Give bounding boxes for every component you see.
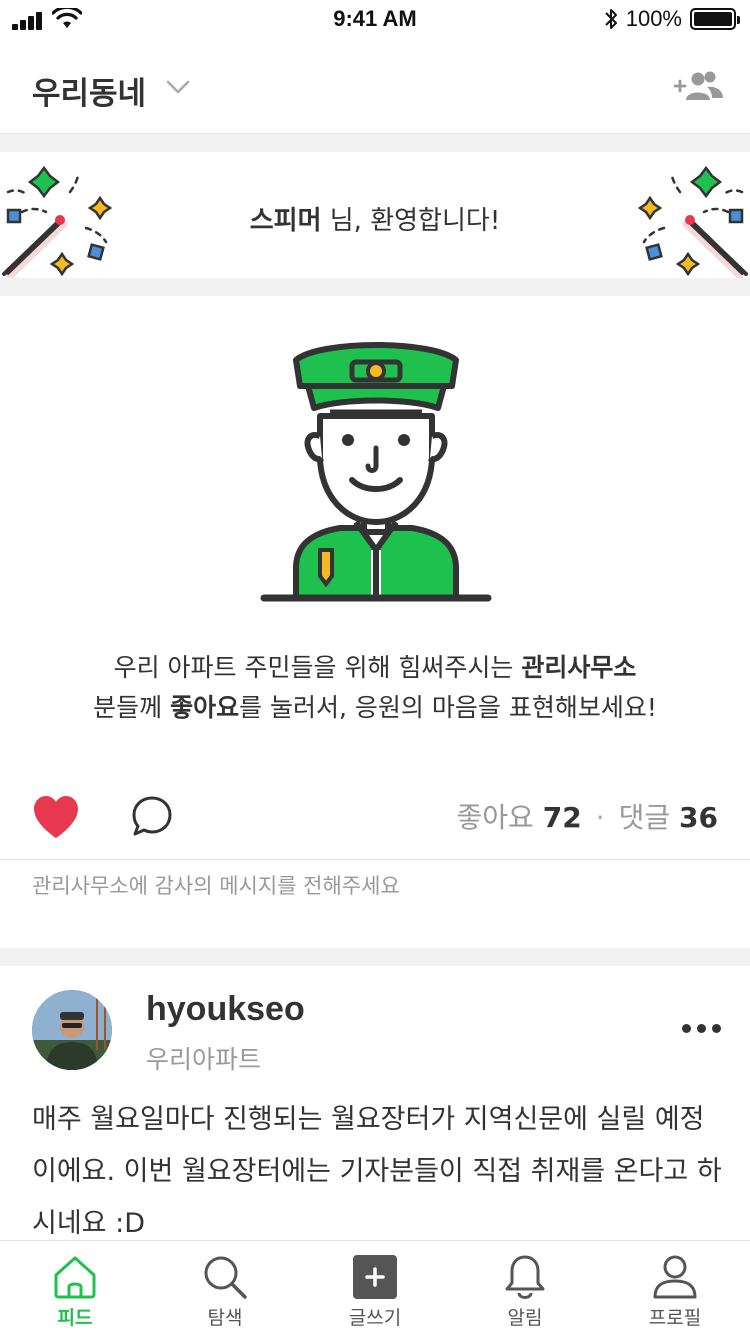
chevron-down-icon[interactable] (164, 76, 192, 98)
tab-label: 탐색 (207, 1307, 243, 1329)
welcome-banner: 스피머 님, 환영합니다! (0, 152, 750, 280)
neighborhood-title[interactable]: 우리동네 (32, 68, 146, 113)
counts-separator: · (595, 801, 605, 834)
tab-search[interactable]: 탐색 (150, 1241, 300, 1334)
tab-label: 피드 (57, 1307, 93, 1329)
search-icon (204, 1256, 247, 1299)
post-author[interactable]: hyoukseo (146, 990, 305, 1029)
add-friend-icon[interactable] (674, 68, 724, 104)
desc-line2-suffix: 를 눌러서, 응원의 마음을 표현해보세요! (239, 693, 657, 722)
desc-line1-bold: 관리사무소 (521, 653, 637, 682)
likes-count: 72 (542, 801, 582, 834)
reaction-counts: 좋아요 72 · 댓글 36 (457, 796, 718, 836)
home-icon (54, 1256, 96, 1299)
management-office-card: 우리 아파트 주민들을 위해 힘써주시는 관리사무소 분들께 좋아요를 눌러서,… (0, 296, 750, 948)
comments-count: 36 (679, 801, 718, 834)
tab-label: 프로필 (648, 1307, 702, 1329)
profile-icon (653, 1255, 697, 1299)
bluetooth-icon (605, 9, 617, 29)
avatar[interactable] (32, 990, 112, 1070)
bell-icon (505, 1255, 545, 1299)
security-guard-illustration (260, 342, 492, 602)
party-popper-icon (637, 165, 748, 280)
tab-feed[interactable]: 피드 (0, 1241, 150, 1334)
battery-icon (690, 8, 740, 30)
more-options-icon[interactable] (682, 1022, 722, 1036)
post-location: 우리아파트 (146, 1045, 262, 1074)
card-description: 우리 아파트 주민들을 위해 힘써주시는 관리사무소 분들께 좋아요를 눌러서,… (0, 648, 750, 728)
post-body: 매주 월요일마다 진행되는 월요장터가 지역신문에 실릴 예정이에요. 이번 월… (32, 1104, 722, 1239)
section-divider (0, 948, 750, 966)
status-bar: 9:41 AM 100% (0, 0, 750, 40)
card-actions: 좋아요 72 · 댓글 36 (0, 786, 750, 860)
likes-label: 좋아요 (456, 801, 534, 834)
bottom-tab-bar: 피드 탐색 글쓰기 알림 프로필 (0, 1240, 750, 1334)
user-name: 스피머 (249, 206, 322, 236)
tab-label: 알림 (507, 1307, 543, 1329)
welcome-suffix: 님, 환영합니다! (321, 206, 501, 236)
section-divider (0, 134, 750, 152)
plus-square-icon (353, 1255, 397, 1299)
tab-profile[interactable]: 프로필 (600, 1241, 750, 1334)
comment-icon[interactable] (130, 794, 174, 838)
desc-line2-bold: 좋아요 (170, 693, 240, 722)
section-divider (0, 278, 750, 296)
desc-line2: 분들께 (93, 693, 171, 722)
heart-icon[interactable] (32, 796, 80, 840)
comments-label: 댓글 (618, 801, 671, 834)
tab-notifications[interactable]: 알림 (450, 1241, 600, 1334)
app-header: 우리동네 (0, 40, 750, 134)
comment-input-placeholder[interactable]: 관리사무소에 감사의 메시지를 전해주세요 (32, 870, 400, 900)
tab-label: 글쓰기 (348, 1307, 402, 1329)
feed-post: hyoukseo 우리아파트 매주 월요일마다 진행되는 월요장터가 지역신문에… (0, 966, 750, 1240)
battery-percent: 100% (625, 6, 682, 31)
tab-write[interactable]: 글쓰기 (300, 1241, 450, 1334)
desc-line1: 우리 아파트 주민들을 위해 힘써주시는 (113, 653, 522, 682)
